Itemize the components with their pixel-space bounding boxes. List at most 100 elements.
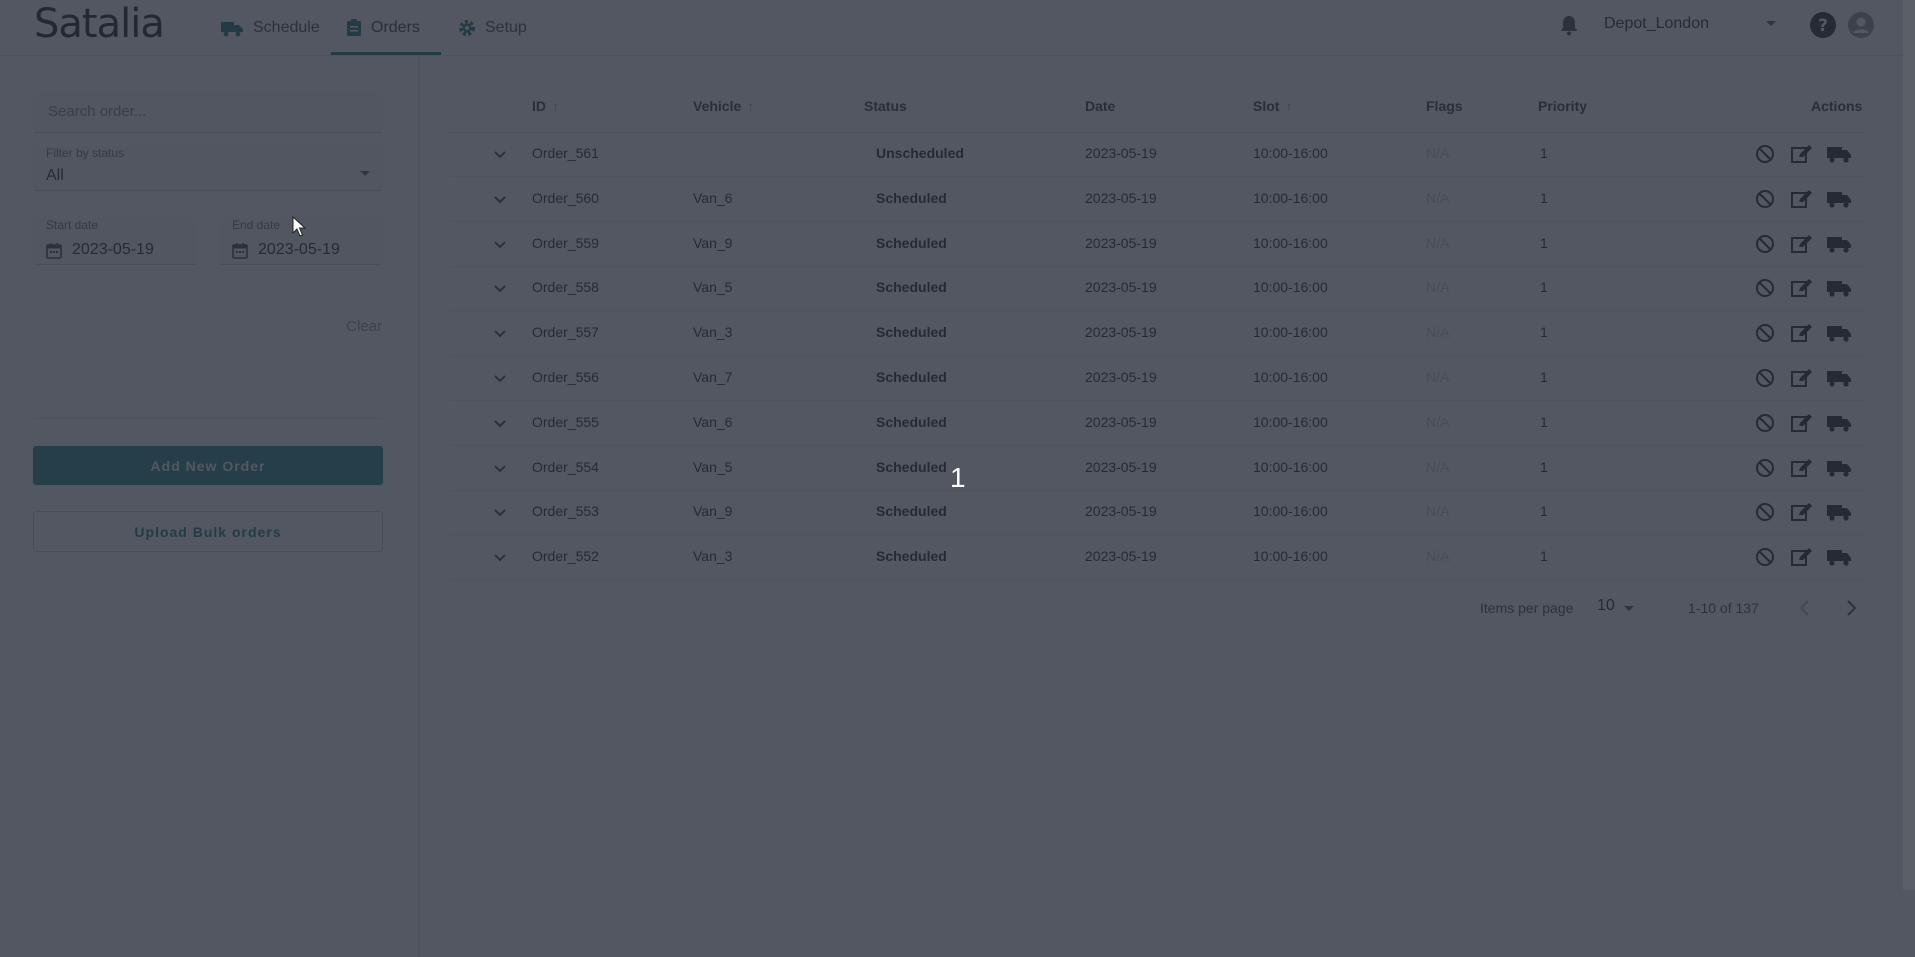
edit-icon[interactable] [1791,234,1813,259]
column-header-date[interactable]: Date [1085,98,1115,114]
cancel-order-icon[interactable] [1755,458,1775,483]
chevron-down-icon[interactable] [1624,606,1634,611]
items-per-page-select[interactable]: 10 [1597,597,1615,615]
truck-icon[interactable] [1826,413,1852,438]
calendar-icon[interactable] [232,242,248,264]
items-per-page-label: Items per page [1480,600,1574,616]
start-date-value: 2023-05-19 [72,241,154,258]
table-row[interactable]: Order_561 Unscheduled 2023-05-19 10:00-16:0… [450,132,1865,177]
truck-icon[interactable] [1826,234,1852,259]
table-row[interactable]: Order_557 Van_3 Scheduled 2023-05-19 10:00-1… [450,311,1865,357]
truck-icon[interactable] [1826,547,1852,572]
account-icon[interactable] [1847,11,1875,44]
truck-icon[interactable] [1826,323,1852,348]
arrow-up-icon: ↑ [747,98,755,114]
table-row[interactable]: Order_553 Van_9 Scheduled 2023-05-19 10:00-1… [450,490,1865,536]
cancel-order-icon[interactable] [1755,368,1775,393]
column-header-id[interactable]: ID ↑ [532,98,559,114]
chevron-down-icon[interactable] [493,237,507,255]
chevron-down-icon[interactable] [493,371,507,389]
search-input[interactable] [46,102,370,121]
cancel-order-icon[interactable] [1755,144,1775,169]
cancel-order-icon[interactable] [1755,413,1775,438]
truck-icon [220,19,244,37]
cell-slot: 10:00-16:00 [1253,324,1328,341]
truck-icon[interactable] [1826,502,1852,527]
next-page-icon[interactable] [1844,598,1858,621]
cell-flags: N/A [1426,324,1450,341]
add-new-order-button[interactable]: Add New Order [33,446,383,485]
edit-icon[interactable] [1791,323,1813,348]
chevron-down-icon[interactable] [493,147,507,165]
scrollbar[interactable] [1903,0,1915,890]
column-header-status[interactable]: Status [864,98,907,114]
nav-tab-label: Setup [485,18,527,36]
cell-vehicle: Van_5 [693,279,733,296]
edit-icon[interactable] [1791,278,1813,303]
cell-flags: N/A [1426,458,1450,475]
cancel-order-icon[interactable] [1755,502,1775,527]
depot-select[interactable]: Depot_London [1604,10,1776,38]
calendar-icon[interactable] [46,242,62,264]
nav-tab-setup[interactable]: Setup [458,0,527,55]
divider [34,418,382,419]
start-date-field[interactable]: Start date 2023-05-19 [34,218,196,265]
table-row[interactable]: Order_554 Van_5 Scheduled 2023-05-19 10:00-1… [450,446,1865,491]
end-date-value: 2023-05-19 [258,241,340,258]
cancel-order-icon[interactable] [1755,323,1775,348]
edit-icon[interactable] [1791,368,1813,393]
chevron-down-icon[interactable] [493,281,507,299]
nav-tab-label: Orders [371,18,420,36]
truck-icon[interactable] [1826,189,1852,214]
search-box[interactable] [34,92,382,133]
chevron-down-icon[interactable] [493,192,507,210]
column-header-flags[interactable]: Flags [1426,98,1463,114]
column-header-slot[interactable]: Slot ↑ [1253,98,1292,114]
cell-flags: N/A [1426,145,1450,161]
help-icon[interactable]: ? [1809,11,1837,44]
table-row[interactable]: Order_552 Van_3 Scheduled 2023-05-19 10:00-1… [450,535,1865,581]
cell-slot: 10:00-16:00 [1253,189,1328,206]
truck-icon[interactable] [1826,458,1852,483]
upload-bulk-orders-button[interactable]: Upload Bulk orders [33,511,383,552]
truck-icon[interactable] [1826,368,1852,393]
chevron-down-icon[interactable] [493,416,507,434]
truck-icon[interactable] [1826,278,1852,303]
cancel-order-icon[interactable] [1755,278,1775,303]
table-row[interactable]: Order_560 Van_6 Scheduled 2023-05-19 10:00-1… [450,177,1865,222]
edit-icon[interactable] [1791,547,1813,572]
cancel-order-icon[interactable] [1755,189,1775,214]
previous-page-icon[interactable] [1798,598,1812,621]
bell-icon[interactable] [1558,14,1580,41]
chevron-down-icon[interactable] [493,461,507,479]
nav-tab-orders[interactable]: Orders [331,0,441,55]
chevron-down-icon[interactable] [493,326,507,344]
cell-status: Scheduled [876,279,947,296]
column-header-vehicle[interactable]: Vehicle ↑ [693,98,754,114]
edit-icon[interactable] [1791,413,1813,438]
chevron-down-icon[interactable] [493,550,507,568]
edit-icon[interactable] [1791,458,1813,483]
clear-button[interactable]: Clear [318,308,382,344]
cell-id: Order_555 [532,413,599,430]
nav-tab-schedule[interactable]: Schedule [220,0,320,55]
chevron-down-icon [360,171,370,176]
table-row[interactable]: Order_556 Van_7 Scheduled 2023-05-19 10:00-1… [450,356,1865,401]
cell-vehicle: Van_6 [693,189,733,206]
page-range: 1-10 of 137 [1688,600,1759,616]
cell-id: Order_554 [532,458,599,475]
cell-id: Order_560 [532,189,599,206]
table-row[interactable]: Order_559 Van_9 Scheduled 2023-05-19 10:00-1… [450,222,1865,267]
table-row[interactable]: Order_555 Van_6 Scheduled 2023-05-19 10:00-1… [450,401,1865,446]
cancel-order-icon[interactable] [1755,234,1775,259]
table-row[interactable]: Order_558 Van_5 Scheduled 2023-05-19 10:00-1… [450,266,1865,312]
truck-icon[interactable] [1826,144,1852,169]
status-filter[interactable]: Filter by status All [34,146,382,191]
cell-vehicle: Van_3 [693,324,733,341]
cancel-order-icon[interactable] [1755,547,1775,572]
column-header-priority[interactable]: Priority [1538,98,1587,114]
edit-icon[interactable] [1791,189,1813,214]
edit-icon[interactable] [1791,144,1813,169]
edit-icon[interactable] [1791,502,1813,527]
chevron-down-icon[interactable] [493,505,507,523]
